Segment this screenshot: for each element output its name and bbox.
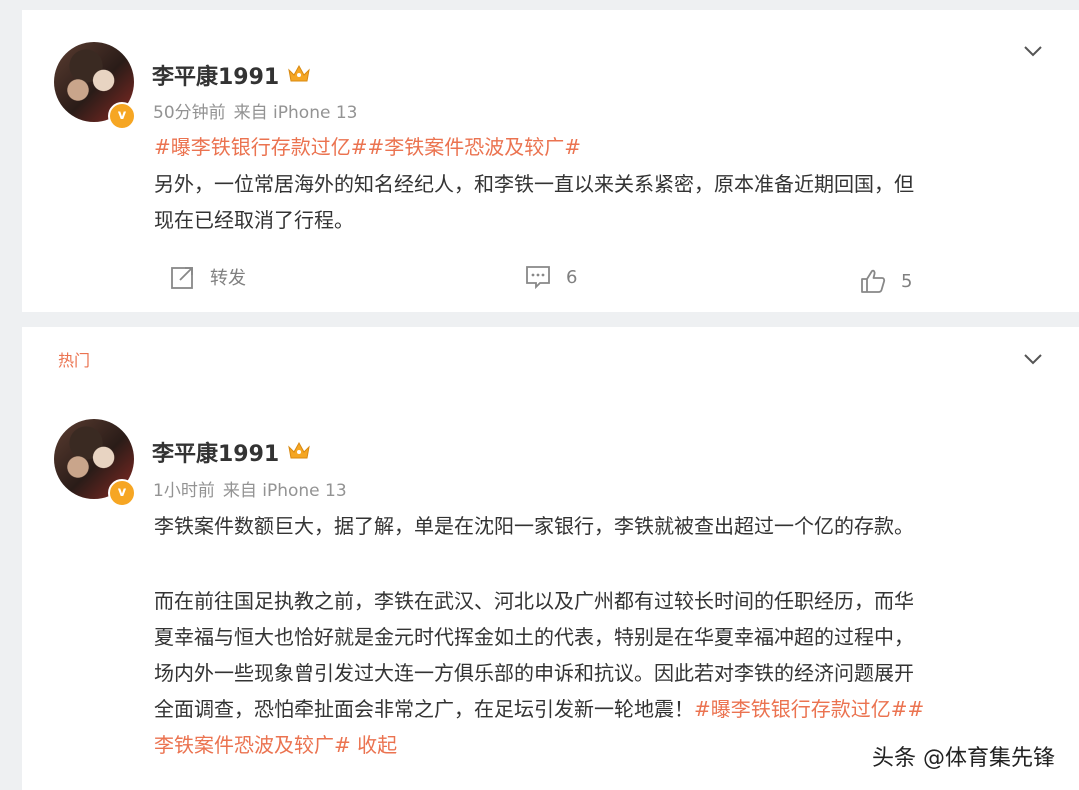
collapse-link[interactable]: 收起 bbox=[357, 733, 397, 757]
comment-count: 6 bbox=[566, 266, 578, 288]
like-icon bbox=[861, 269, 886, 293]
post-text-line: 全面调查，恐怕牵扯面会非常之广，在足坛引发新一轮地震！ bbox=[154, 697, 694, 721]
repost-button[interactable]: 转发 bbox=[170, 264, 246, 290]
post-source: 来自 iPhone 13 bbox=[233, 103, 358, 123]
post-text-line: 场内外一些现象曾引发过大连一方俱乐部的申诉和抗议。因此若对李铁的经济问题展开 bbox=[154, 661, 914, 685]
username[interactable]: 李平康1991 bbox=[152, 59, 279, 91]
post-meta: 50分钟前 来自 iPhone 13 bbox=[153, 98, 357, 123]
repost-label: 转发 bbox=[210, 268, 246, 289]
post-tags[interactable]: #曝李铁银行存款过亿##李铁案件恐波及较广# bbox=[154, 131, 581, 160]
post-text: 而在前往国足执教之前，李铁在武汉、河北以及广州都有过较长时间的任职经历，而华 夏… bbox=[154, 583, 1064, 763]
post-time[interactable]: 50分钟前 bbox=[153, 103, 226, 123]
username[interactable]: 李平康1991 bbox=[152, 436, 279, 468]
verified-badge-icon: v bbox=[108, 479, 136, 507]
hot-label: 热门 bbox=[58, 351, 91, 370]
comment-button[interactable]: 6 bbox=[524, 264, 577, 290]
like-button[interactable]: 5 bbox=[859, 268, 912, 294]
post-card-2: 热门 v 李平康1991 1小时前 来自 iPhone 13 李铁案件数额巨大，据… bbox=[22, 327, 1079, 790]
post-card-1: v 李平康1991 50分钟前 来自 iPhone 13 #曝李铁银行存款过亿##… bbox=[22, 10, 1079, 312]
post-source: 来自 iPhone 13 bbox=[222, 481, 347, 501]
hashtag-link[interactable]: #曝李铁银行存款过亿## bbox=[694, 697, 924, 721]
post-paragraph: 李铁案件数额巨大，据了解，单是在沈阳一家银行，李铁就被查出超过一个亿的存款。 bbox=[154, 514, 914, 538]
post-time[interactable]: 1小时前 bbox=[153, 481, 215, 501]
crown-icon bbox=[288, 64, 310, 82]
repost-icon bbox=[171, 267, 193, 289]
post-text-line: 现在已经取消了行程。 bbox=[154, 208, 354, 232]
crown-icon bbox=[288, 441, 310, 459]
post-text-line: 另外，一位常居海外的知名经纪人，和李铁一直以来关系紧密，原本准备近期回国，但 bbox=[154, 172, 914, 196]
verified-badge-icon: v bbox=[108, 102, 136, 130]
comment-icon bbox=[526, 266, 550, 290]
chevron-down-icon[interactable] bbox=[1023, 352, 1043, 366]
chevron-down-icon[interactable] bbox=[1023, 44, 1043, 58]
post-text-line: 夏幸福与恒大也恰好就是金元时代挥金如土的代表，特别是在华夏幸福冲超的过程中， bbox=[154, 625, 914, 649]
post-text: 李铁案件数额巨大，据了解，单是在沈阳一家银行，李铁就被查出超过一个亿的存款。 bbox=[154, 508, 1064, 544]
hashtag-link[interactable]: 李铁案件恐波及较广# bbox=[154, 733, 351, 757]
post-text-line: 而在前往国足执教之前，李铁在武汉、河北以及广州都有过较长时间的任职经历，而华 bbox=[154, 589, 914, 613]
post-meta: 1小时前 来自 iPhone 13 bbox=[153, 476, 347, 501]
watermark: 头条 @体育集先锋 bbox=[872, 746, 1055, 771]
post-text: 另外，一位常居海外的知名经纪人，和李铁一直以来关系紧密，原本准备近期回国，但 现… bbox=[154, 166, 1054, 238]
like-count: 5 bbox=[901, 270, 913, 292]
